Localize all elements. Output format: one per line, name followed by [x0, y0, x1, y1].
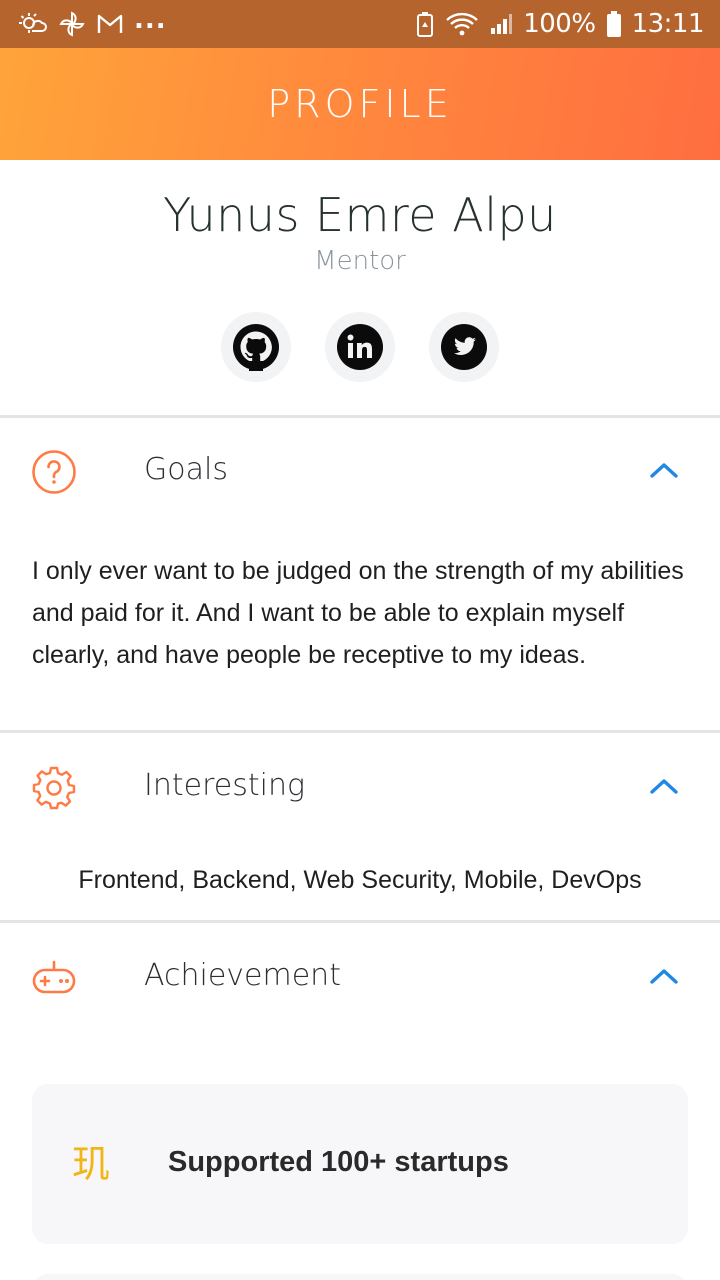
profile-name: Yunus Emre Alpu [163, 188, 557, 242]
question-icon [32, 450, 76, 494]
linkedin-button[interactable] [325, 312, 395, 382]
achievement-card: 玑 Supported 100+ startups [32, 1084, 688, 1244]
goals-text: I only ever want to be judged on the str… [32, 557, 684, 669]
social-links [0, 312, 720, 382]
achievement-card [32, 1274, 688, 1280]
twitter-button[interactable] [429, 312, 499, 382]
weather-icon [18, 11, 48, 37]
app-header: PROFILE [0, 48, 720, 160]
gear-icon [32, 766, 76, 810]
pinwheel-icon [58, 10, 86, 38]
achievement-title: Achievement [144, 958, 341, 993]
linkedin-icon [337, 324, 383, 370]
chevron-up-icon[interactable] [648, 964, 680, 988]
interesting-section-header[interactable]: Interesting [0, 742, 720, 832]
gmail-icon [96, 12, 124, 36]
divider [0, 730, 720, 733]
status-bar-left: ... [18, 5, 167, 38]
chevron-up-icon[interactable] [648, 774, 680, 798]
status-bar-right: 100% 13:11 [415, 9, 705, 39]
achievement-glyph-icon: 玑 [72, 1142, 111, 1186]
profile-role: Mentor [314, 246, 406, 276]
twitter-icon [441, 324, 487, 370]
goals-title: Goals [144, 452, 228, 487]
more-notifications-indicator: ... [134, 5, 167, 35]
github-icon [233, 324, 279, 371]
wifi-icon [445, 11, 479, 37]
interesting-title: Interesting [144, 768, 305, 803]
divider [0, 920, 720, 923]
chevron-up-icon[interactable] [648, 458, 680, 482]
interesting-text: Frontend, Backend, Web Security, Mobile,… [78, 866, 642, 894]
battery-saver-icon [415, 10, 435, 38]
goals-section-header[interactable]: Goals [0, 426, 720, 516]
achievement-label: Supported 100+ startups [168, 1146, 509, 1178]
battery-percentage: 100% [523, 9, 596, 39]
github-button[interactable] [221, 312, 291, 382]
signal-icon [489, 12, 513, 36]
gamepad-icon [32, 960, 76, 994]
battery-icon [606, 10, 622, 38]
page-title: PROFILE [267, 82, 453, 126]
clock: 13:11 [631, 9, 705, 39]
achievement-section-header[interactable]: Achievement [0, 932, 720, 1022]
divider [0, 415, 720, 418]
status-bar: ... 100% 13:11 [0, 0, 720, 48]
